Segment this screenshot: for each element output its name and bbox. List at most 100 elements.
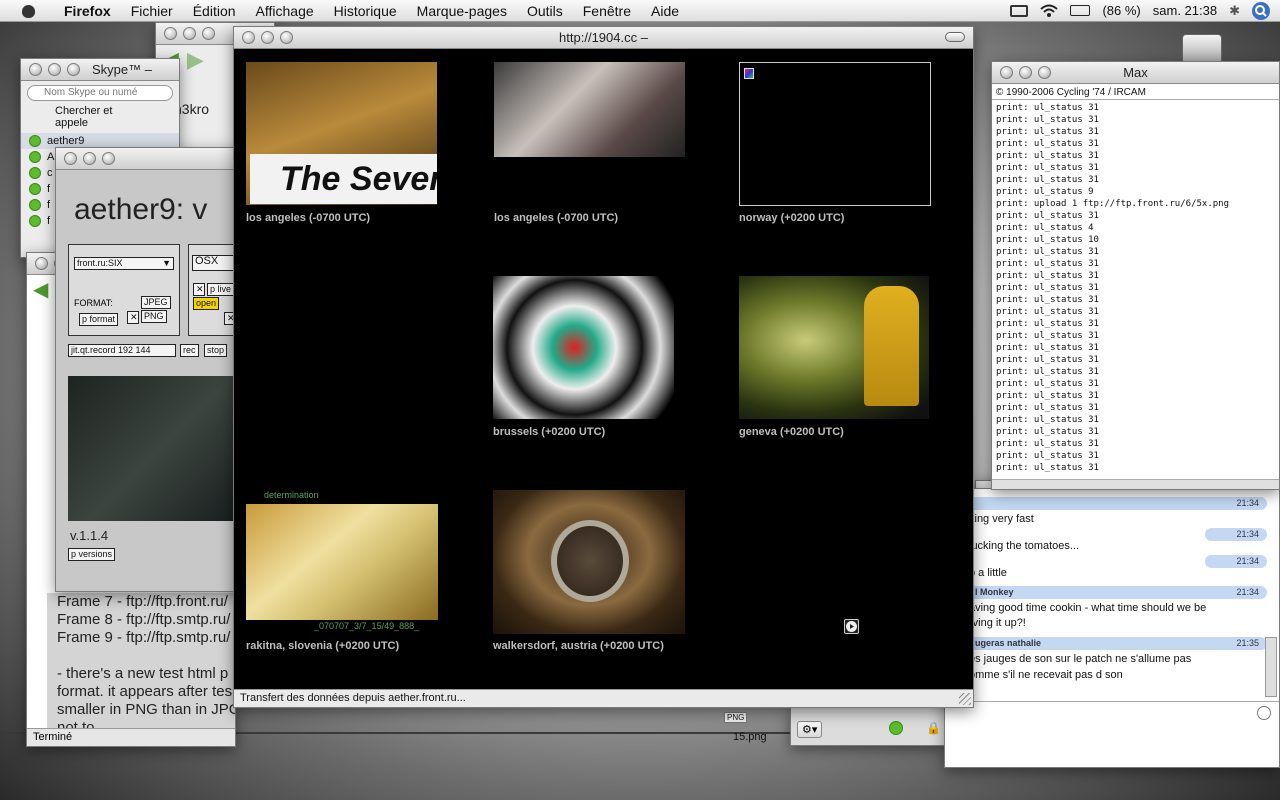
console-line: print: ul_status 31	[996, 463, 1099, 473]
status-online-icon	[29, 215, 41, 227]
console-line: print: ul_status 31	[996, 283, 1099, 293]
toggle-x[interactable]: ✕	[127, 311, 139, 324]
display-icon[interactable]	[1010, 4, 1029, 17]
close-button[interactable]	[35, 257, 48, 270]
menu-clock[interactable]: sam. 21:38	[1153, 3, 1217, 18]
minimize-button[interactable]	[48, 63, 61, 76]
finder-window-footer[interactable]: ⚙▾ 🔒	[790, 706, 945, 746]
status-online-icon[interactable]	[29, 135, 41, 147]
chat-timestamp: 21:35	[1236, 638, 1259, 648]
menu-affichage[interactable]: Affichage	[246, 3, 324, 19]
chat-message-text: lucking the tomatoes...	[969, 540, 1080, 552]
main-browser-window[interactable]: http://1904.cc – The Seven los angeles (…	[233, 26, 974, 708]
status-online-icon	[29, 183, 41, 195]
minimize-button[interactable]	[1019, 66, 1032, 79]
status-online-icon[interactable]	[889, 721, 903, 735]
toolbar-toggle-button[interactable]	[945, 32, 965, 42]
zoom-button[interactable]	[1038, 66, 1051, 79]
close-button[interactable]	[164, 27, 177, 40]
spotlight-search-icon[interactable]	[1252, 1, 1270, 20]
max-console-log: print: ul_status 31 print: ul_status 31 pr…	[992, 100, 1279, 476]
console-line: print: ul_status 31	[996, 451, 1099, 461]
forward-arrow-icon[interactable]: ▶	[187, 47, 204, 73]
menu-app-name[interactable]: Firefox	[54, 3, 121, 19]
webcam-image[interactable]	[739, 62, 931, 206]
open-message[interactable]: open	[193, 297, 220, 310]
menu-edition[interactable]: Édition	[183, 3, 246, 19]
chat-message-header: 21:34	[1205, 528, 1267, 541]
lock-icon[interactable]: 🔒	[926, 721, 941, 735]
chat-input-field[interactable]	[945, 701, 1279, 767]
close-button[interactable]	[29, 63, 42, 76]
toggle-x[interactable]: ✕	[193, 283, 205, 296]
battery-icon[interactable]	[1070, 5, 1091, 16]
window-titlebar[interactable]	[56, 148, 254, 170]
png-file-icon[interactable]: PNG	[724, 712, 748, 723]
minimize-button[interactable]	[261, 31, 274, 44]
webcam-image[interactable]	[493, 490, 685, 634]
emoticon-icon[interactable]	[1257, 706, 1271, 720]
jpeg-message[interactable]: JPEG	[141, 296, 171, 309]
window-titlebar[interactable]: Max	[992, 62, 1279, 84]
horizontal-scrollbar[interactable]	[992, 479, 1279, 489]
bluetooth-icon[interactable]: ✱	[1229, 3, 1240, 19]
menu-marque-pages[interactable]: Marque-pages	[407, 3, 517, 19]
window-titlebar[interactable]: http://1904.cc –	[234, 27, 973, 49]
menu-historique[interactable]: Historique	[324, 3, 407, 19]
wifi-icon[interactable]	[1040, 4, 1059, 18]
zoom-button[interactable]	[280, 31, 293, 44]
doc-line: Frame 7 - ftp://ftp.front.ru/	[57, 593, 228, 610]
console-line: print: ul_status 31	[996, 259, 1099, 269]
vertical-scrollbar[interactable]	[1265, 637, 1277, 697]
resize-grip-icon[interactable]	[959, 693, 971, 705]
gear-icon[interactable]: ⚙▾	[797, 721, 823, 738]
contact-name: f	[47, 183, 51, 195]
rec-message[interactable]: rec	[180, 344, 199, 357]
webcam-image[interactable]: The Seven	[246, 62, 437, 205]
webcam-location-label: norway (+0200 UTC)	[739, 212, 845, 224]
webcam-image[interactable]	[739, 276, 929, 419]
aether9-patch-window[interactable]: aether9: v front.ru:SIX ▼ FORMAT: JPEG PN…	[55, 147, 255, 592]
console-line: print: ul_status 31	[996, 343, 1099, 353]
close-button[interactable]	[242, 31, 255, 44]
window-title: http://1904.cc –	[559, 30, 648, 45]
zoom-button[interactable]	[102, 152, 115, 165]
minimize-button[interactable]	[83, 152, 96, 165]
menu-aide[interactable]: Aide	[641, 3, 689, 19]
webcam-image[interactable]	[246, 504, 438, 620]
p-versions-object[interactable]: p versions	[68, 548, 116, 561]
server-menu[interactable]: front.ru:SIX ▼	[74, 257, 174, 270]
menu-fenetre[interactable]: Fenêtre	[573, 3, 641, 19]
skype-search-input[interactable]: Nom Skype ou numé	[27, 85, 173, 101]
battery-percent[interactable]: (86 %)	[1102, 3, 1140, 18]
console-line: print: ul_status 31	[996, 271, 1099, 281]
minimize-button[interactable]	[183, 27, 196, 40]
console-line: print: ul_status 31	[996, 415, 1099, 425]
max-console-window[interactable]: Max © 1990-2006 Cycling '74 / IRCAM prin…	[991, 61, 1280, 490]
hard-drive-icon[interactable]	[1182, 34, 1222, 64]
apple-menu-icon[interactable]	[20, 3, 40, 19]
webcam-image[interactable]	[493, 276, 674, 419]
p-live-object[interactable]: p live	[207, 283, 235, 296]
zoom-button[interactable]	[202, 27, 215, 40]
zoom-button[interactable]	[67, 63, 80, 76]
play-icon[interactable]	[844, 619, 859, 634]
menu-fichier[interactable]: Fichier	[121, 3, 183, 19]
chat-message-text: rving it up?!	[969, 617, 1026, 629]
close-button[interactable]	[1000, 66, 1013, 79]
console-line: print: ul_status 31	[996, 151, 1099, 161]
menu-outils[interactable]: Outils	[517, 3, 573, 19]
stop-message[interactable]: stop	[204, 344, 228, 357]
image-overlay-text: The Seven	[250, 154, 437, 204]
chat-message-header: l Monkey 21:34	[967, 586, 1267, 599]
chat-window[interactable]: 21:34 king very fast 21:34 lucking the t…	[944, 488, 1280, 768]
webcam-location-label: brussels (+0200 UTC)	[493, 426, 606, 438]
webcam-image[interactable]	[494, 62, 685, 157]
p-format-object[interactable]: p format	[79, 313, 119, 326]
close-button[interactable]	[64, 152, 77, 165]
png-message[interactable]: PNG	[141, 310, 167, 323]
back-arrow-icon[interactable]: ◀	[33, 277, 48, 302]
desktop-file-label[interactable]: 15.png	[733, 731, 767, 743]
qt-record-object[interactable]: jit.qt.record 192 144	[68, 344, 176, 357]
skype-titlebar[interactable]: Skype™ –	[21, 59, 179, 81]
